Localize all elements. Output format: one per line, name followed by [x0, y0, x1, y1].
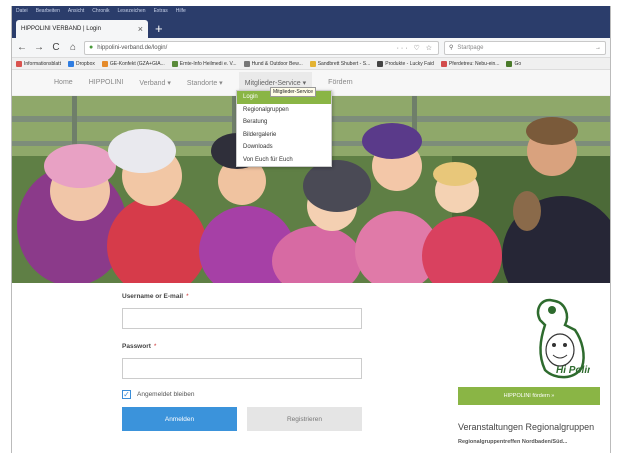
nav-item-foerdern[interactable]: Fördern [328, 79, 353, 86]
forward-arrow-icon[interactable]: → [33, 42, 45, 53]
mitglieder-service-dropdown: Login Regionalgruppen Beratung Bildergal… [236, 90, 332, 167]
search-go-icon[interactable]: → [595, 45, 601, 51]
nav-item-verband[interactable]: Verband ▾ [139, 79, 171, 87]
lock-icon: ● [89, 44, 94, 51]
dropdown-item-downloads[interactable]: Downloads [237, 141, 331, 154]
tab-bar: HIPPOLINI VERBAND | Login × + [12, 16, 610, 38]
nav-item-home[interactable]: Home [54, 79, 73, 86]
browser-menu-bar: Datei Bearbeiten Ansicht Chronik Lesezei… [12, 6, 610, 16]
menu-item[interactable]: Hilfe [176, 8, 186, 14]
bookmark-item[interactable]: Ernte-Info Heilmedi e. V... [171, 60, 237, 67]
dropdown-item-von-euch-fuer-euch[interactable]: Von Euch für Euch [237, 154, 331, 167]
remember-me-label[interactable]: Angemeldet bleiben [137, 391, 194, 398]
events-subheading[interactable]: Regionalgruppentreffen Nordbaden/Süd... [458, 439, 567, 445]
username-input[interactable] [122, 308, 362, 329]
bookmark-item[interactable]: GE-Konfekt (GZA+GIA... [101, 60, 165, 67]
bookmark-item[interactable]: Pferdetreu: Nebu-ein... [440, 60, 499, 67]
register-button[interactable]: Registrieren [247, 407, 362, 431]
url-text[interactable]: hippolini-verband.de/login/ [97, 45, 392, 51]
logo-illustration: Hi Polini [536, 298, 596, 379]
dropdown-item-beratung[interactable]: Beratung [237, 116, 331, 129]
browser-tab-active[interactable]: HIPPOLINI VERBAND | Login × [16, 20, 148, 38]
dropdown-item-bildergalerie[interactable]: Bildergalerie [237, 129, 331, 142]
password-label: Passwort * [122, 343, 157, 350]
bookmark-icon [309, 60, 316, 67]
hippolini-logo: Hi Polini [520, 295, 596, 385]
remember-me-checkbox[interactable]: ✓ [122, 390, 131, 399]
menu-item[interactable]: Lesezeichen [118, 8, 146, 14]
required-marker: * [153, 343, 157, 350]
dropdown-item-regionalgruppen[interactable]: Regionalgruppen [237, 104, 331, 117]
dropbox-icon [67, 60, 74, 67]
search-bar[interactable]: ⚲ Startpage → [444, 40, 606, 55]
navigation-toolbar: ← → C ⌂ ● hippolini-verband.de/login/ ··… [12, 38, 610, 58]
menu-tooltip: Mitglieder-Service [270, 87, 317, 97]
menu-item[interactable]: Datei [16, 8, 28, 14]
bookmark-item[interactable]: Go [506, 60, 521, 67]
search-input[interactable]: Startpage [457, 45, 591, 51]
address-bar[interactable]: ● hippolini-verband.de/login/ ··· ♡ ☆ [84, 40, 439, 55]
bookmark-item[interactable]: Hund & Outdoor Bew... [243, 60, 303, 67]
menu-item[interactable]: Bearbeiten [36, 8, 60, 14]
menu-item[interactable]: Ansicht [68, 8, 84, 14]
home-icon[interactable]: ⌂ [67, 42, 79, 53]
close-icon[interactable]: × [138, 24, 143, 34]
menu-item[interactable]: Chronik [92, 8, 109, 14]
bookmark-item[interactable]: Informationsblatt [16, 60, 61, 67]
nav-item-standorte[interactable]: Standorte ▾ [187, 79, 223, 87]
bookmark-icon [16, 60, 22, 67]
bookmark-icon [101, 60, 108, 67]
bookmark-item[interactable]: Sandbrett Shubert - S... [309, 60, 370, 67]
bookmark-icon [506, 60, 513, 67]
search-icon: ⚲ [449, 45, 454, 51]
page-actions-icons[interactable]: ··· ♡ ☆ [397, 44, 434, 52]
hippolini-foerdern-button[interactable]: HIPPOLINI fördern » [458, 387, 600, 405]
logo-text: Hi Polini [556, 365, 590, 376]
back-arrow-icon[interactable]: ← [16, 42, 28, 53]
form-buttons: Anmelden Registrieren [122, 407, 372, 431]
login-form: Username or E-mail * Passwort * ✓ Angemeld… [122, 293, 372, 431]
bookmark-icon [171, 60, 178, 67]
bookmark-item[interactable]: Produkte - Lucky Faid [377, 60, 434, 67]
reload-icon[interactable]: C [50, 42, 62, 53]
bookmark-icon [377, 60, 384, 67]
login-button[interactable]: Anmelden [122, 407, 237, 431]
password-input[interactable] [122, 358, 362, 379]
remember-me-row: ✓ Angemeldet bleiben [122, 390, 372, 399]
bookmarks-toolbar: Informationsblatt Dropbox GE-Konfekt (GZ… [12, 58, 610, 70]
events-heading: Veranstaltungen Regionalgruppen [458, 422, 595, 432]
bookmark-icon [440, 60, 447, 67]
nav-item-hippolini[interactable]: HIPPOLINI [89, 79, 124, 86]
menu-item[interactable]: Extras [154, 8, 168, 14]
bookmark-item[interactable]: Dropbox [67, 60, 95, 67]
new-tab-icon[interactable]: + [155, 21, 163, 36]
username-label: Username or E-mail * [122, 293, 189, 300]
required-marker: * [186, 293, 189, 300]
tab-title: HIPPOLINI VERBAND | Login [21, 26, 101, 32]
bookmark-icon [243, 60, 250, 67]
